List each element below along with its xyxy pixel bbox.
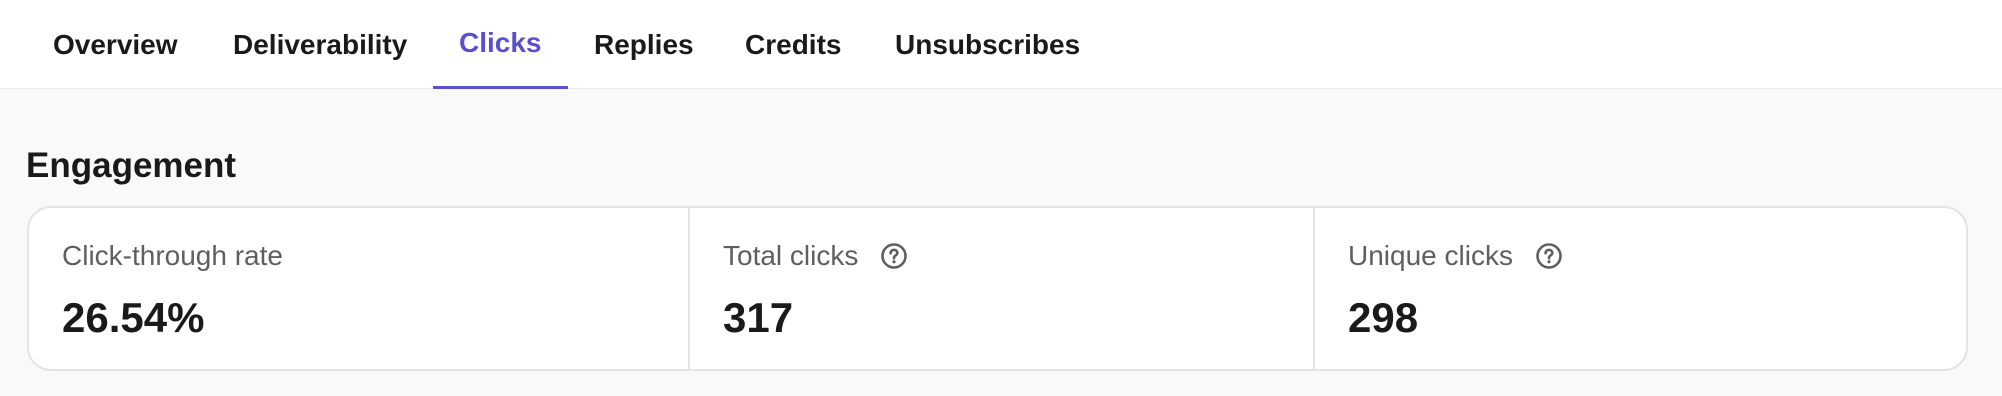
tab-credits[interactable]: Credits	[745, 0, 841, 89]
tab-clicks[interactable]: Clicks	[433, 0, 568, 89]
stat-label-row: Unique clicks	[1348, 238, 1563, 274]
tab-replies[interactable]: Replies	[594, 0, 694, 89]
stat-value: 26.54%	[62, 294, 205, 341]
stat-label: Click-through rate	[62, 240, 283, 271]
stat-label-row: Total clicks	[723, 238, 908, 274]
tab-unsubscribes[interactable]: Unsubscribes	[895, 0, 1080, 89]
tab-deliverability[interactable]: Deliverability	[233, 0, 407, 89]
stat-value: 317	[723, 294, 794, 341]
stat-value: 298	[1348, 294, 1419, 341]
stat-click-through-rate: Click-through rate 26.54%	[29, 208, 690, 369]
tab-bar: Overview Deliverability Clicks Replies C…	[0, 0, 2002, 89]
tab-overview[interactable]: Overview	[53, 0, 178, 89]
stat-total-clicks: Total clicks 317	[690, 208, 1315, 369]
section-title: Engagement	[26, 146, 237, 185]
stat-unique-clicks: Unique clicks 298	[1315, 208, 1966, 369]
stat-label: Total clicks	[723, 240, 859, 271]
engagement-stats-card: Click-through rate 26.54% Total clicks 3…	[27, 206, 1968, 371]
help-circle-icon[interactable]	[1535, 242, 1563, 270]
stat-label-row: Click-through rate	[62, 238, 283, 274]
stat-label: Unique clicks	[1348, 240, 1513, 271]
help-circle-icon[interactable]	[880, 242, 908, 270]
